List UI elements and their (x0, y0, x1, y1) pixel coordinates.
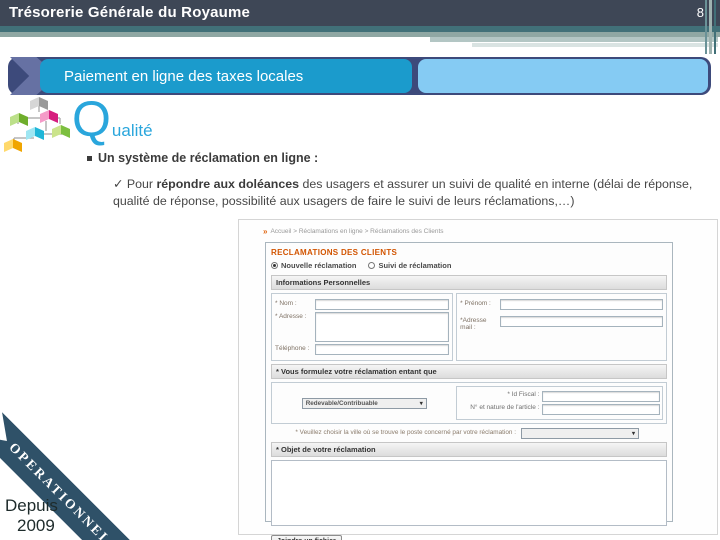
qualite-rest: ualité (111, 121, 153, 140)
since-line2: 2009 (17, 515, 55, 535)
section-informations-personnelles: Informations Personnelles (271, 275, 667, 290)
role-dropdown[interactable]: Redevable/Contribuable ▾ (301, 397, 427, 409)
attach-file-button[interactable]: Joindre un fichier (271, 535, 342, 540)
slide-number: 8 (696, 5, 704, 20)
bullet-item: Un système de réclamation en ligne : (87, 151, 318, 165)
id-fiscal-input[interactable] (542, 391, 660, 402)
personal-left-column: * Nom : * Adresse : Téléphone : (271, 293, 454, 361)
qualite-drop-cap: Q (72, 91, 111, 147)
check-text-bold: répondre aux doléances (156, 177, 299, 191)
reclamation-type-radios: Nouvelle réclamation Suivi de réclamatio… (271, 261, 667, 270)
quality-cluster-icon (4, 97, 70, 152)
header-stripe-right-2 (472, 43, 718, 47)
edge-stripe-1 (705, 0, 707, 54)
check-paragraph: ✓ Pour répondre aux doléances des usager… (113, 176, 713, 209)
adresse-mail-label: *Adresse mail : (460, 317, 487, 331)
role-right-pane: * Id Fiscal : N° et nature de l'article … (456, 386, 663, 420)
form-title: RECLAMATIONS DES CLIENTS (271, 248, 398, 257)
role-dropdown-value: Redevable/Contribuable (305, 399, 378, 407)
section-objet: * Objet de votre réclamation (271, 442, 667, 457)
slide: Trésorerie Générale du Royaume 8 Paiemen… (0, 0, 720, 540)
banner-empty-box (418, 59, 708, 93)
role-block: Redevable/Contribuable ▾ * Id Fiscal : N… (271, 382, 667, 424)
article-input[interactable] (542, 404, 660, 415)
personal-right-column: * Prénom : *Adresse mail : (456, 293, 667, 361)
adresse-mail-input[interactable] (500, 316, 663, 327)
telephone-input[interactable] (315, 344, 450, 355)
personal-fields: * Nom : * Adresse : Téléphone : * Prénom (271, 293, 667, 361)
prenom-label: * Prénom : (460, 300, 491, 307)
edge-stripe-2 (709, 0, 712, 54)
banner-title-label: Paiement en ligne des taxes locales (64, 67, 304, 85)
since-2009-label: Depuis 2009 (5, 496, 58, 535)
ville-row: * Veuillez choisir la ville où se trouve… (271, 428, 667, 439)
banner-title: Paiement en ligne des taxes locales (40, 59, 412, 93)
radio-suivi-reclamation[interactable] (368, 262, 376, 269)
checkmark-icon: ✓ (113, 177, 124, 191)
breadcrumb-arrow-icon: » (263, 227, 268, 236)
nom-input[interactable] (315, 299, 450, 310)
edge-stripe-3 (714, 0, 716, 54)
ville-label: * Veuillez choisir la ville où se trouve… (295, 429, 516, 437)
since-line1: Depuis (5, 496, 58, 515)
web-form-screenshot: » Accueil > Réclamations en ligne > Récl… (238, 219, 718, 540)
breadcrumb-text: Accueil > Réclamations en ligne > Réclam… (270, 228, 444, 235)
role-left-pane: Redevable/Contribuable ▾ (275, 386, 453, 420)
adresse-textarea[interactable] (315, 312, 450, 342)
nom-label: * Nom : (275, 300, 297, 307)
chevron-down-icon: ▾ (631, 431, 635, 437)
chevron-down-icon: ▾ (419, 400, 423, 407)
article-label: N° et nature de l'article : (470, 404, 540, 411)
section-title-qualite: Qualité (72, 94, 153, 144)
objet-textarea[interactable] (271, 460, 667, 526)
telephone-label: Téléphone : (275, 345, 310, 352)
adresse-label: * Adresse : (275, 313, 307, 320)
bullet-label: Un système de réclamation en ligne : (98, 151, 319, 165)
id-fiscal-label: * Id Fiscal : (507, 391, 540, 398)
header-stripe-right-1 (430, 37, 718, 42)
breadcrumb[interactable]: » Accueil > Réclamations en ligne > Récl… (263, 227, 444, 236)
header-title: Trésorerie Générale du Royaume (9, 4, 251, 21)
bullet-square-icon (87, 156, 92, 161)
prenom-input[interactable] (500, 299, 663, 310)
radio-nouvelle-label: Nouvelle réclamation (281, 261, 357, 270)
radio-suivi-label: Suivi de réclamation (378, 261, 452, 270)
ville-dropdown[interactable]: ▾ (521, 428, 639, 439)
section-role: * Vous formulez votre réclamation entant… (271, 364, 667, 379)
check-text-pre: Pour (123, 177, 157, 191)
reclamation-form: RECLAMATIONS DES CLIENTS Nouvelle réclam… (265, 242, 673, 540)
radio-nouvelle-reclamation[interactable] (271, 262, 278, 269)
